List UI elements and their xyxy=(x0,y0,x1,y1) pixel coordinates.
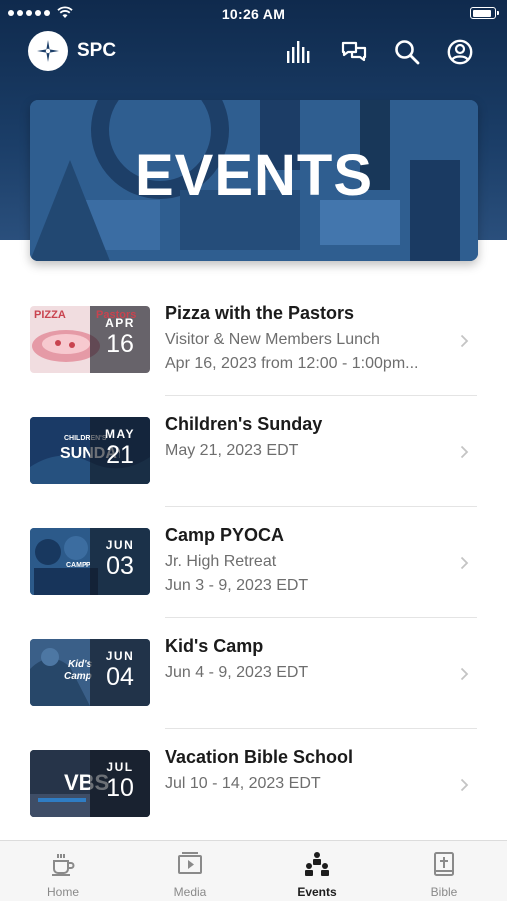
event-day: 03 xyxy=(106,552,134,580)
date-badge: MAY 21 xyxy=(90,417,150,484)
tab-label: Media xyxy=(173,885,207,899)
thumb-caption: Kid's xyxy=(68,659,93,670)
tab-home[interactable]: Home xyxy=(0,841,126,901)
tab-events[interactable]: Events xyxy=(254,841,380,901)
tab-media[interactable]: Media xyxy=(127,841,253,901)
profile-icon[interactable] xyxy=(446,38,474,66)
battery-icon xyxy=(470,7,499,19)
coffee-cup-icon xyxy=(52,854,75,876)
tab-label: Home xyxy=(46,885,79,899)
chevron-right-icon xyxy=(460,778,469,792)
compass-logo-icon xyxy=(37,40,59,62)
event-thumbnail: CAMP PYOCA JUN 03 xyxy=(30,528,150,595)
event-month: JUL xyxy=(106,760,134,774)
event-row[interactable]: Kid's Camp JUN 04 Kid's Camp Jun 4 - 9, … xyxy=(0,619,507,729)
events-people-icon xyxy=(305,852,329,876)
church-logo[interactable] xyxy=(28,31,68,71)
event-row[interactable]: VBS JUL 10 Vacation Bible School Jul 10 … xyxy=(0,730,507,840)
search-icon[interactable] xyxy=(393,38,421,66)
event-row[interactable]: PIZZA Pastors APR 16 Pizza with the Past… xyxy=(0,286,507,396)
event-day: 04 xyxy=(106,663,134,691)
battery-level xyxy=(472,9,491,17)
bible-icon xyxy=(434,852,454,876)
banner-title: EVENTS xyxy=(134,143,374,208)
event-title: Pizza with the Pastors xyxy=(165,303,355,323)
event-month: JUN xyxy=(105,538,135,552)
row-divider xyxy=(165,617,477,618)
status-time: 10:26 AM xyxy=(221,6,286,22)
thumb-caption: CAMP xyxy=(66,562,87,569)
event-title: Camp PYOCA xyxy=(165,525,285,545)
row-divider xyxy=(165,395,477,396)
row-divider xyxy=(165,506,477,507)
app-header: SPC xyxy=(0,28,507,78)
chat-icon[interactable] xyxy=(340,38,368,66)
tab-label: Bible xyxy=(430,885,458,899)
date-badge: JUN 04 xyxy=(90,639,150,706)
status-bar: 10:26 AM xyxy=(0,0,507,28)
event-title: Kid's Camp xyxy=(165,636,264,656)
event-detail: Jun 3 - 9, 2023 EDT xyxy=(165,577,309,594)
event-day: 21 xyxy=(106,441,134,469)
event-subtitle: Jul 10 - 14, 2023 EDT xyxy=(165,775,321,792)
events-banner: EVENTS xyxy=(30,100,478,261)
event-subtitle: Visitor & New Members Lunch xyxy=(165,331,380,348)
thumb-caption: PIZZA xyxy=(34,309,66,321)
event-subtitle: Jr. High Retreat xyxy=(165,553,277,570)
chevron-right-icon xyxy=(460,334,469,348)
event-thumbnail: Kid's Camp JUN 04 xyxy=(30,639,150,706)
stats-icon[interactable] xyxy=(285,38,313,66)
chevron-right-icon xyxy=(460,556,469,570)
thumb-caption-2: Camp xyxy=(64,671,92,682)
chevron-right-icon xyxy=(460,667,469,681)
brand-name: SPC xyxy=(77,40,117,61)
event-day: 10 xyxy=(106,774,134,802)
video-player-icon xyxy=(178,852,202,874)
event-title: Children's Sunday xyxy=(165,414,323,434)
event-day: 16 xyxy=(106,330,134,358)
event-thumbnail: CHILDREN'S SUNDAY MAY 21 xyxy=(30,417,150,484)
tab-bible[interactable]: Bible xyxy=(381,841,507,901)
event-row[interactable]: CAMP PYOCA JUN 03 Camp PYOCA Jr. High Re… xyxy=(0,508,507,618)
row-divider xyxy=(165,728,477,729)
event-row[interactable]: CHILDREN'S SUNDAY MAY 21 Children's Sund… xyxy=(0,397,507,507)
event-month: JUN xyxy=(105,649,135,663)
event-subtitle: May 21, 2023 EDT xyxy=(165,442,299,459)
event-month: MAY xyxy=(104,427,136,441)
event-subtitle: Jun 4 - 9, 2023 EDT xyxy=(165,664,309,681)
thumb-caption-2: Pastors xyxy=(96,309,137,321)
event-detail: Apr 16, 2023 from 12:00 - 1:00pm... xyxy=(165,355,419,372)
tab-label: Events xyxy=(297,885,337,899)
event-thumbnail: PIZZA Pastors APR 16 xyxy=(30,306,150,373)
date-badge: JUL 10 xyxy=(90,750,150,817)
chevron-right-icon xyxy=(460,445,469,459)
event-thumbnail: VBS JUL 10 xyxy=(30,750,150,817)
event-title: Vacation Bible School xyxy=(165,747,354,767)
date-badge: JUN 03 xyxy=(90,528,150,595)
tab-bar: Home Media Events Bible xyxy=(0,840,507,901)
